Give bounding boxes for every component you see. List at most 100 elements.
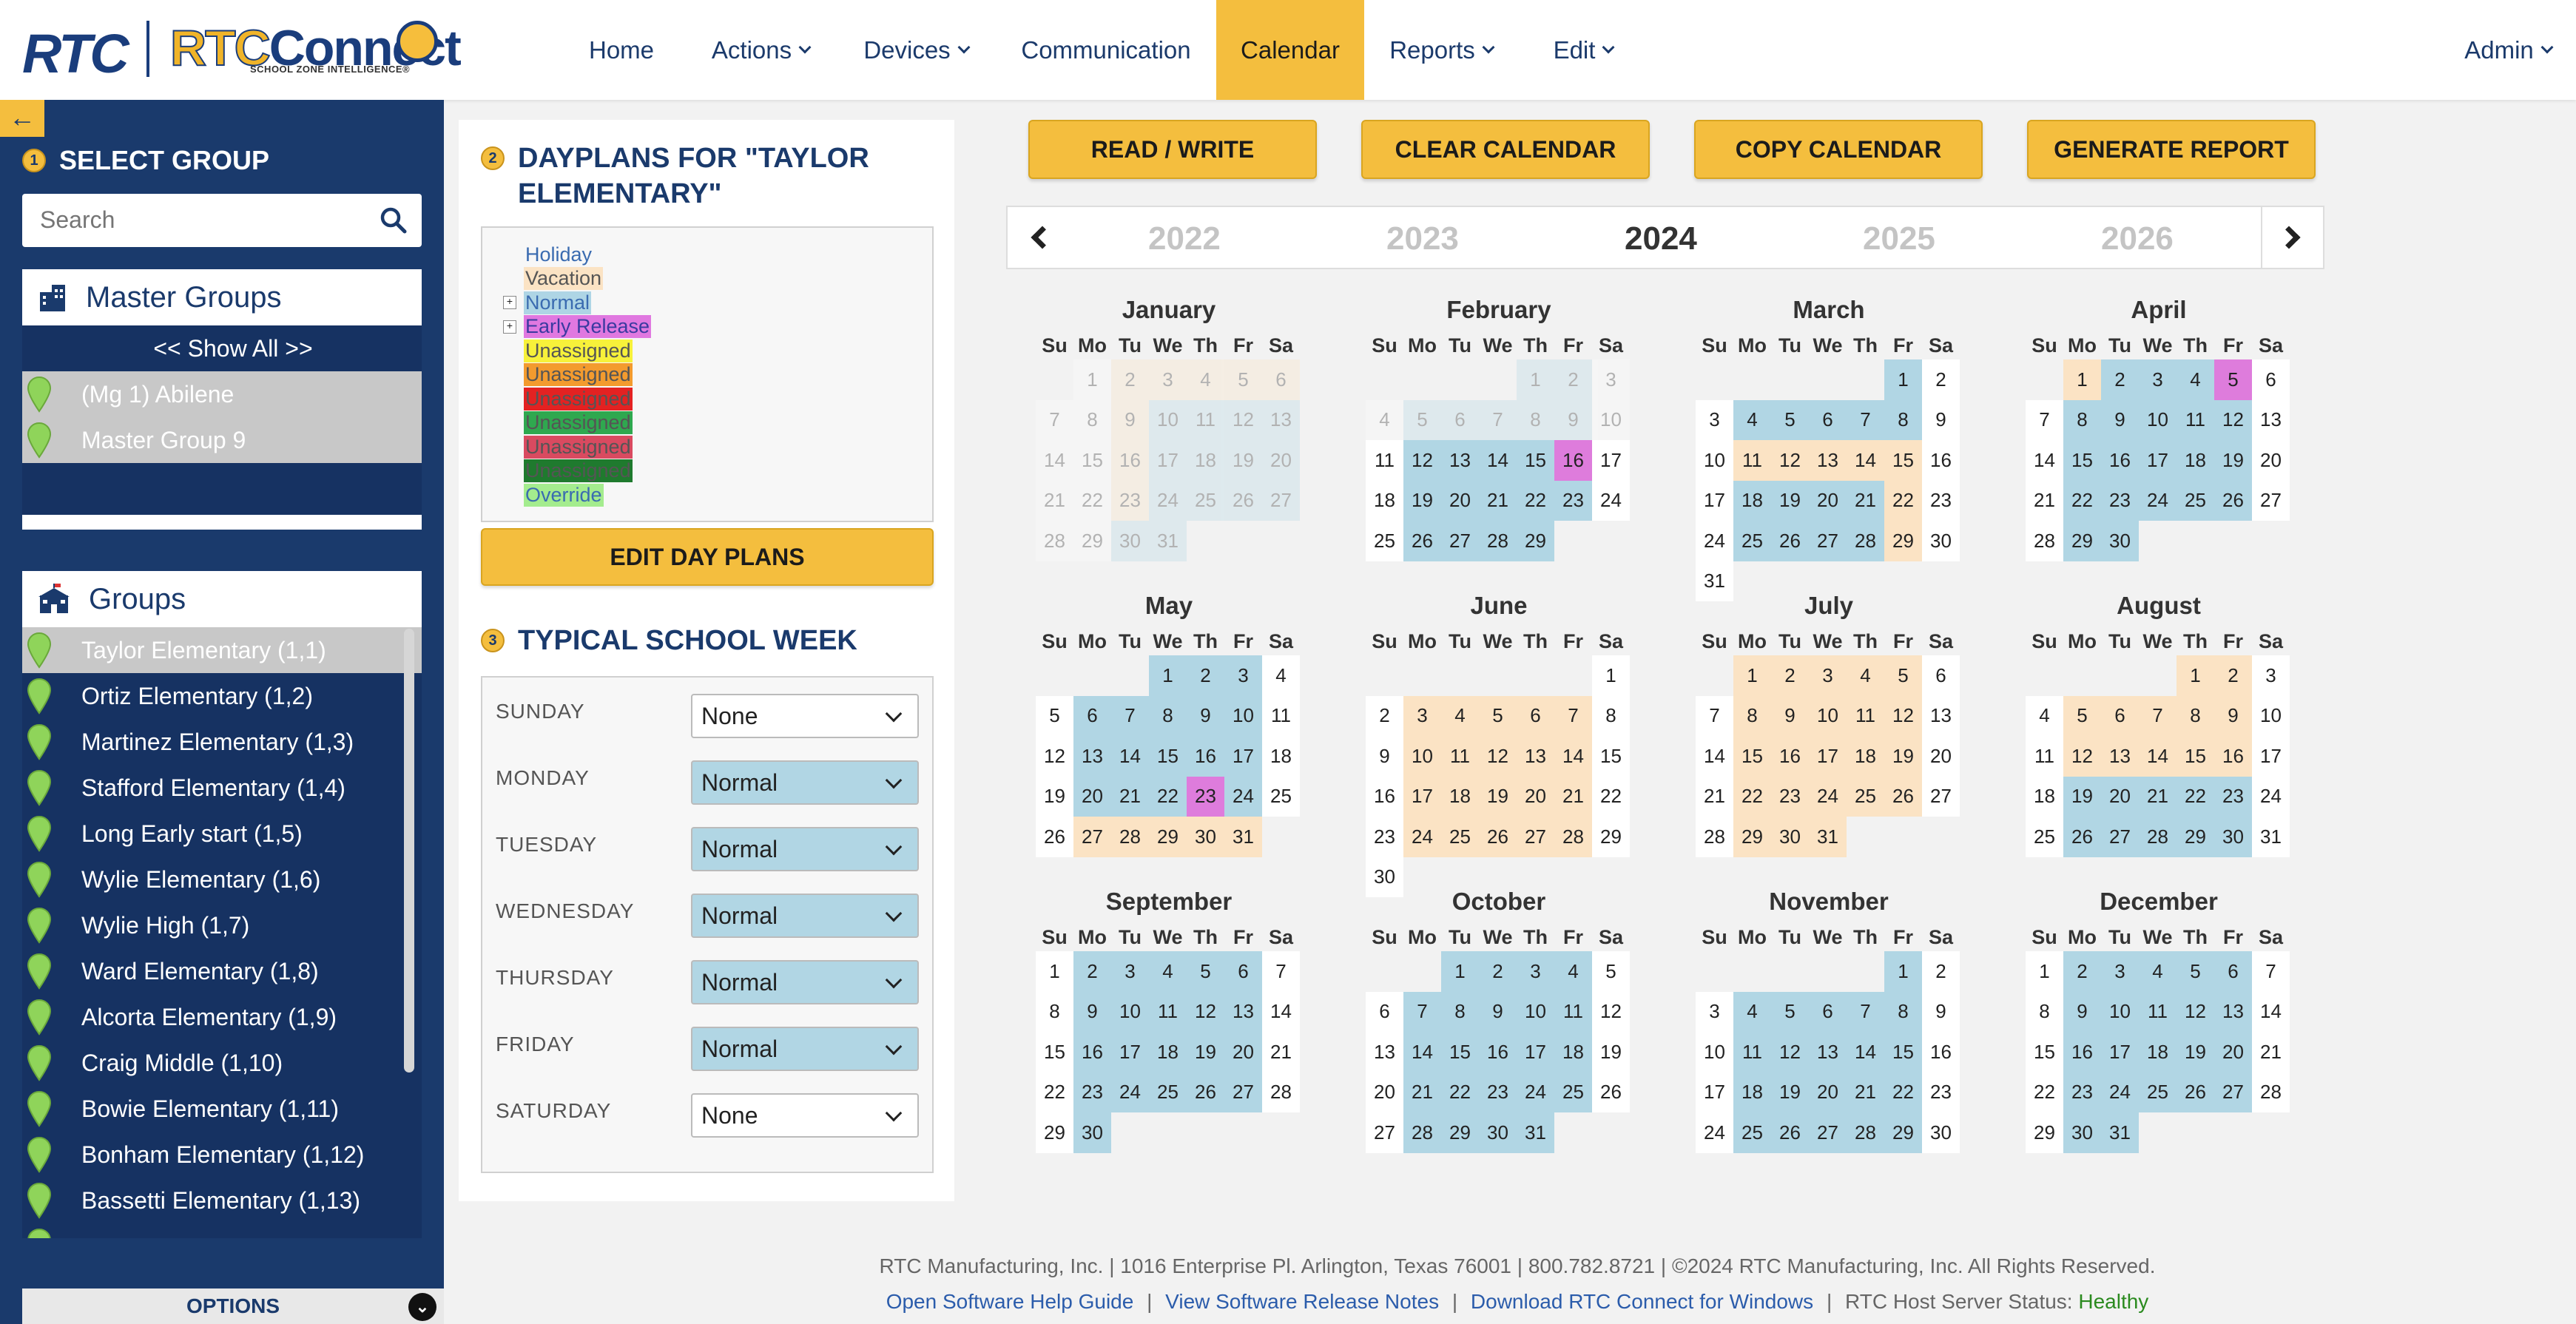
day-cell[interactable]: 6 [1922,655,1960,696]
day-cell[interactable]: 23 [2063,1072,2101,1112]
day-cell[interactable]: 1 [1884,359,1922,400]
day-cell[interactable]: 11 [2139,991,2177,1032]
day-cell[interactable]: 24 [1111,1072,1149,1112]
day-cell[interactable]: 22 [1592,776,1630,817]
year-2025[interactable]: 2025 [1863,220,1935,257]
expand-icon[interactable]: + [503,296,516,310]
day-cell[interactable]: 19 [2177,1032,2214,1073]
day-cell[interactable]: 29 [1884,1112,1922,1153]
dayplan-select[interactable]: Normal [691,960,919,1004]
day-cell[interactable]: 23 [2101,480,2139,521]
day-cell[interactable]: 19 [1403,480,1441,521]
day-cell[interactable]: 14 [2139,736,2177,777]
day-cell[interactable]: 28 [2026,521,2063,561]
day-cell[interactable]: 8 [1441,991,1479,1032]
day-cell[interactable]: 22 [1036,1072,1073,1112]
day-cell[interactable]: 13 [2252,399,2290,440]
read-write-button[interactable]: READ / WRITE [1028,120,1317,179]
day-cell[interactable]: 3 [1592,359,1630,400]
legend-item[interactable]: + Early Release [503,315,932,340]
day-cell[interactable]: 5 [1224,359,1262,400]
day-cell[interactable]: 16 [2101,440,2139,481]
day-cell[interactable]: 25 [1733,1112,1771,1153]
day-cell[interactable]: 7 [1403,991,1441,1032]
nav-actions[interactable]: Actions [694,0,827,100]
group-item[interactable]: Alcorta Elementary (1,9) [22,994,422,1040]
dayplan-select[interactable]: None [691,694,919,738]
day-cell[interactable]: 14 [1696,736,1733,777]
legend-item[interactable]: Unassigned [503,339,932,363]
day-cell[interactable]: 30 [2101,521,2139,561]
day-cell[interactable]: 3 [1224,655,1262,696]
day-cell[interactable]: 23 [1479,1072,1517,1112]
next-year-button[interactable] [2261,207,2323,268]
day-cell[interactable]: 25 [1554,1072,1592,1112]
day-cell[interactable]: 24 [1592,480,1630,521]
day-cell[interactable]: 6 [1262,359,1300,400]
day-cell[interactable]: 9 [1922,399,1960,440]
day-cell[interactable]: 26 [2063,817,2101,857]
day-cell[interactable]: 6 [1441,399,1479,440]
day-cell[interactable]: 15 [1073,440,1111,481]
day-cell[interactable]: 20 [2101,776,2139,817]
day-cell[interactable]: 12 [1592,991,1630,1032]
day-cell[interactable]: 24 [1149,480,1187,521]
day-cell[interactable]: 24 [1517,1072,1554,1112]
dayplan-select[interactable]: Normal [691,894,919,938]
day-cell[interactable]: 1 [1733,655,1771,696]
day-cell[interactable]: 2 [1771,655,1809,696]
day-cell[interactable]: 3 [2139,359,2177,400]
day-cell[interactable]: 23 [1922,480,1960,521]
day-cell[interactable]: 21 [1696,776,1733,817]
day-cell[interactable]: 2 [1187,655,1224,696]
day-cell[interactable]: 2 [1073,951,1111,992]
day-cell[interactable]: 29 [1884,521,1922,561]
legend-item[interactable]: Vacation [503,267,932,291]
day-cell[interactable]: 16 [1922,1032,1960,1073]
day-cell[interactable]: 4 [1149,951,1187,992]
day-cell[interactable]: 8 [1884,991,1922,1032]
day-cell[interactable]: 21 [1554,776,1592,817]
day-cell[interactable]: 13 [1809,1032,1847,1073]
group-item[interactable]: Bowie Elementary (1,11) [22,1086,422,1132]
day-cell[interactable]: 3 [2252,655,2290,696]
day-cell[interactable]: 10 [1403,736,1441,777]
group-item[interactable]: Bonham Elementary (1,12) [22,1132,422,1178]
day-cell[interactable]: 2 [2214,655,2252,696]
day-cell[interactable]: 28 [1403,1112,1441,1153]
legend-item[interactable]: Unassigned [503,411,932,436]
nav-edit[interactable]: Edit [1539,0,1628,100]
day-cell[interactable]: 19 [1224,440,1262,481]
day-cell[interactable]: 7 [2139,695,2177,736]
day-cell[interactable]: 22 [2026,1072,2063,1112]
day-cell[interactable]: 8 [1733,695,1771,736]
day-cell[interactable]: 9 [1366,736,1403,777]
day-cell[interactable]: 19 [1771,480,1809,521]
day-cell[interactable]: 29 [1441,1112,1479,1153]
day-cell[interactable]: 17 [1149,440,1187,481]
day-cell[interactable]: 20 [1073,776,1111,817]
day-cell[interactable]: 20 [1441,480,1479,521]
user-menu[interactable]: Admin [2449,0,2567,100]
day-cell[interactable]: 22 [2177,776,2214,817]
day-cell[interactable]: 21 [1403,1072,1441,1112]
day-cell[interactable]: 16 [1922,440,1960,481]
day-cell[interactable]: 19 [2214,440,2252,481]
day-cell[interactable]: 3 [1809,655,1847,696]
day-cell[interactable]: 27 [1922,776,1960,817]
day-cell[interactable]: 27 [2214,1072,2252,1112]
day-cell[interactable]: 7 [1111,695,1149,736]
day-cell[interactable]: 12 [1479,736,1517,777]
day-cell[interactable]: 17 [2139,440,2177,481]
group-item[interactable]: Stafford Elementary (1,4) [22,765,422,811]
day-cell[interactable]: 29 [2063,521,2101,561]
master-group-item[interactable]: << Show All >> [22,325,422,371]
day-cell[interactable]: 20 [2252,440,2290,481]
day-cell[interactable]: 16 [1771,736,1809,777]
day-cell[interactable]: 18 [2026,776,2063,817]
day-cell[interactable]: 22 [1884,480,1922,521]
day-cell[interactable]: 10 [2139,399,2177,440]
day-cell[interactable]: 29 [2026,1112,2063,1153]
day-cell[interactable]: 18 [2139,1032,2177,1073]
day-cell[interactable]: 2 [1922,951,1960,992]
